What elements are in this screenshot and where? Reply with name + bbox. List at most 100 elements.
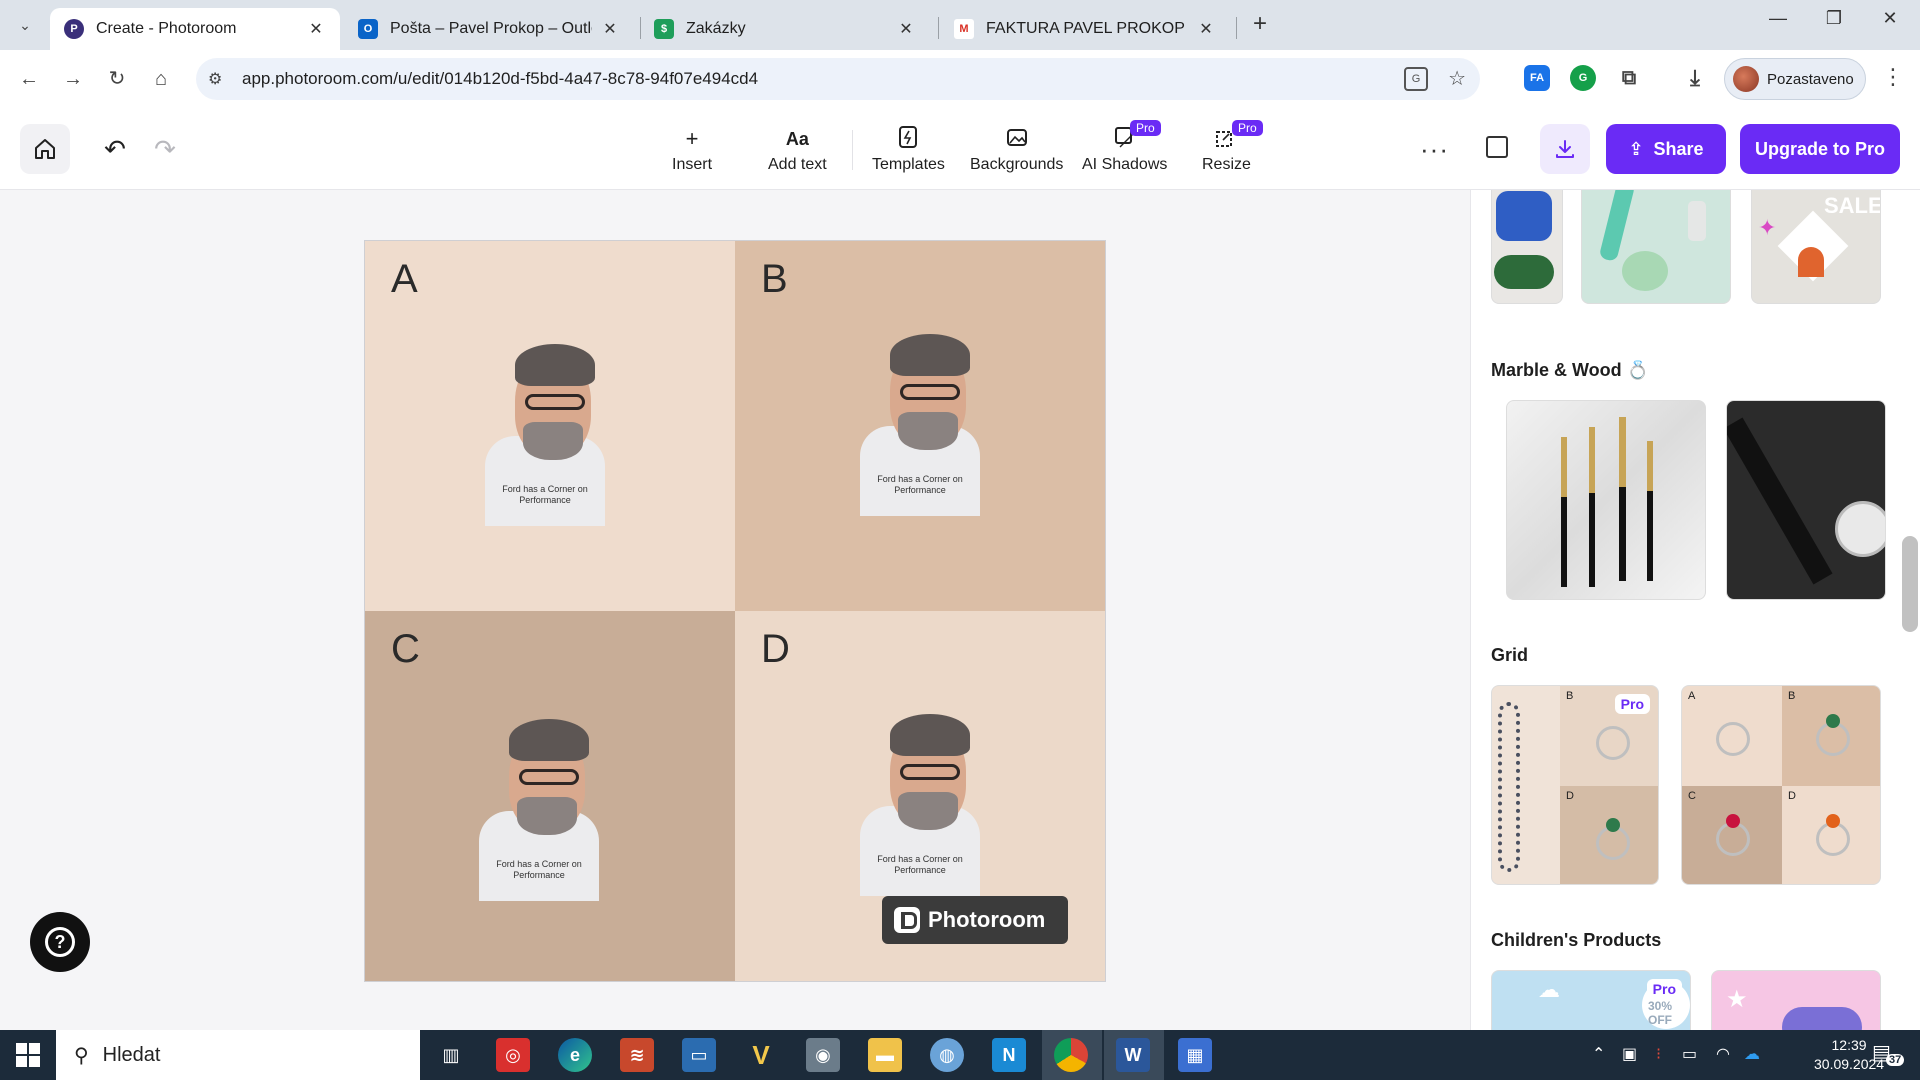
app-icon-blue[interactable]: N [992,1038,1026,1072]
template-card[interactable]: A B C D [1681,685,1881,885]
address-bar[interactable]: ⚙ app.photoroom.com/u/edit/014b120d-f5bd… [196,58,1480,100]
onedrive-icon[interactable]: ☁ [1744,1044,1760,1064]
grid-cell-c[interactable]: C Ford has a Corner on Performance [365,611,735,981]
file-explorer-icon[interactable]: ▬ [868,1038,902,1072]
back-button[interactable]: ← [14,64,44,94]
upgrade-button[interactable]: Upgrade to Pro [1740,124,1900,174]
share-button[interactable]: ⇪ Share [1606,124,1726,174]
bookmark-star-icon[interactable]: ☆ [1448,66,1466,91]
edge-icon[interactable]: e [558,1038,592,1072]
tab-gmail[interactable]: M FAKTURA PAVEL PROKOP - pav ✕ [940,8,1230,50]
close-icon[interactable]: ✕ [896,19,916,39]
forward-button[interactable]: → [58,64,88,94]
camera-icon[interactable]: ◉ [806,1038,840,1072]
undo-icon[interactable]: ↶ [100,134,130,165]
cloud-icon: ☁ [1538,977,1560,1002]
template-card[interactable]: 30% OFF ☁ Pro [1491,970,1691,1030]
tab-outlook[interactable]: O Pošta – Pavel Prokop – Outlook ✕ [344,8,634,50]
downloads-icon[interactable]: ⤓ [1682,65,1708,91]
word-icon[interactable]: W [1116,1038,1150,1072]
template-card[interactable]: B D Pro [1491,685,1659,885]
grammarly-icon[interactable]: G [1570,65,1596,91]
fa-extension-icon[interactable]: FA [1524,65,1550,91]
grid-cell-a[interactable]: A Ford has a Corner on Performance [365,241,735,611]
minimize-button[interactable]: — [1758,8,1798,29]
template-card[interactable]: ★ [1711,970,1881,1030]
sheets-icon: $ [654,19,674,39]
maximize-button[interactable]: ❐ [1814,8,1854,29]
vivaldi-like-icon[interactable]: V [744,1038,778,1072]
tool-label: Resize [1202,156,1251,173]
template-card[interactable] [1726,400,1886,600]
notifications-icon[interactable]: ▤ 37 [1872,1040,1905,1066]
sparkle-icon: ✦ [1758,215,1777,240]
close-icon[interactable]: ✕ [1196,19,1216,39]
panel-scrollbar-thumb[interactable] [1902,536,1918,632]
shirt-text: Ford has a Corner on Performance [877,474,963,495]
backgrounds-button[interactable]: Backgrounds [970,126,1063,174]
template-card[interactable] [1581,190,1731,304]
add-text-button[interactable]: Aa Add text [768,126,827,174]
resize-button[interactable]: Resize Pro [1202,120,1263,174]
profile-button[interactable]: Pozastaveno [1724,58,1866,100]
photoroom-watermark[interactable]: Photoroom [882,896,1068,944]
tab-search-button[interactable]: ⌄ [10,12,40,38]
site-info-icon[interactable]: ⚙ [208,69,222,89]
tray-app-icon[interactable]: ▣ [1622,1044,1637,1064]
photoroom-icon: P [64,19,84,39]
grid-cell-b[interactable]: B Ford has a Corner on Performance [735,241,1105,611]
ai-shadows-button[interactable]: AI Shadows Pro [1082,120,1167,174]
url-text[interactable]: app.photoroom.com/u/edit/014b120d-f5bd-4… [242,69,758,89]
tab-zakazky[interactable]: $ Zakázky ✕ [640,8,930,50]
task-view-icon[interactable]: ▥ [434,1038,468,1072]
section-title-grid: Grid [1491,645,1529,665]
browser-nav-bar: ← → ↻ ⌂ ⚙ app.photoroom.com/u/edit/014b1… [0,50,1920,108]
person-photo[interactable]: Ford has a Corner on Performance [860,326,980,516]
insert-button[interactable]: + Insert [672,126,712,174]
more-options-icon[interactable]: ··· [1420,134,1449,165]
windows-start-icon[interactable] [16,1043,40,1067]
templates-button[interactable]: Templates [872,126,945,174]
app-icon-stripes[interactable]: ≋ [620,1038,654,1072]
reload-button[interactable]: ↻ [102,64,132,94]
battery-icon[interactable]: ▭ [1682,1044,1697,1064]
person-photo[interactable]: Ford has a Corner on Performance [485,336,605,526]
tray-alert-icon[interactable]: ⁝ [1656,1044,1661,1064]
help-button[interactable]: ? [30,912,90,972]
browser-menu-icon[interactable]: ⋮ [1882,64,1904,90]
taskbar-search-placeholder: Hledat [102,1043,161,1066]
chrome-icon[interactable] [1054,1038,1088,1072]
sale-text: SALE [1824,193,1881,218]
window-close-button[interactable]: ✕ [1870,8,1910,29]
new-tab-button[interactable]: + [1245,10,1275,38]
redo-icon[interactable]: ↷ [150,134,180,165]
compare-icon[interactable] [1486,136,1508,158]
calculator-icon[interactable]: ▦ [1178,1038,1212,1072]
app-icon-red[interactable]: ◎ [496,1038,530,1072]
outlook-icon: O [358,19,378,39]
app-icon-laptop[interactable]: ▭ [682,1038,716,1072]
close-icon[interactable]: ✕ [600,19,620,39]
taskbar-search[interactable]: ⚲ Hledat [56,1030,420,1080]
template-card[interactable] [1491,190,1563,304]
app-icon-globe[interactable]: ◍ [930,1038,964,1072]
person-photo[interactable]: Ford has a Corner on Performance [479,711,599,901]
design-canvas[interactable]: A Ford has a Corner on Performance B For… [364,240,1106,982]
download-button[interactable] [1540,124,1590,174]
wifi-icon[interactable]: ◠ [1716,1044,1730,1064]
avatar [1733,66,1759,92]
share-icon: ⇪ [1628,138,1644,159]
tab-photoroom[interactable]: P Create - Photoroom ✕ [50,8,340,50]
person-photo[interactable]: Ford has a Corner on Performance [860,706,980,896]
section-title-childrens-products: Children's Products [1491,930,1662,950]
template-card[interactable] [1506,400,1706,600]
tray-chevron-icon[interactable]: ⌃ [1592,1044,1605,1064]
tab-title: FAKTURA PAVEL PROKOP - pav [986,20,1188,37]
home-icon[interactable] [20,124,70,174]
extensions-puzzle-icon[interactable]: ⧉ [1616,65,1642,91]
template-card[interactable]: SALE ✦ [1751,190,1881,304]
translate-icon[interactable]: G [1404,67,1428,91]
watermark-label: Photoroom [928,907,1046,932]
home-button[interactable]: ⌂ [146,64,176,94]
close-icon[interactable]: ✕ [306,19,326,39]
